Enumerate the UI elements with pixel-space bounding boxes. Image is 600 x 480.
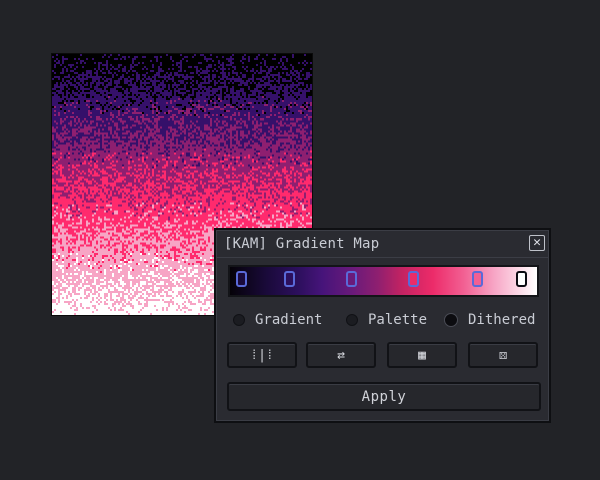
close-icon: ✕ [533, 235, 541, 250]
gradient-editor[interactable] [228, 265, 539, 297]
reverse-icon: ⇄ [337, 347, 345, 363]
dialog-titlebar[interactable]: [KAM] Gradient Map ✕ [217, 231, 548, 258]
mode-gradient-label: Gradient [255, 312, 323, 328]
radio-palette[interactable] [346, 314, 358, 326]
gradient-stop[interactable] [236, 271, 247, 287]
distribute-icon: ⁞|⁞ [250, 347, 274, 363]
mode-palette-option[interactable]: Palette [346, 312, 427, 328]
mode-gradient-option[interactable]: Gradient [233, 312, 322, 328]
gradient-map-dialog: [KAM] Gradient Map ✕ Gradient Palette Di… [214, 228, 551, 423]
gradient-stop[interactable] [408, 271, 419, 287]
apply-button[interactable]: Apply [227, 382, 541, 411]
dialog-title: [KAM] Gradient Map [224, 236, 380, 252]
reverse-gradient-button[interactable]: ⇄ [306, 342, 376, 368]
mode-dithered-label: Dithered [468, 312, 536, 328]
dice-icon: ⚄ [499, 347, 507, 363]
gradient-stop[interactable] [346, 271, 357, 287]
mode-palette-label: Palette [368, 312, 428, 328]
radio-dithered[interactable] [444, 313, 458, 327]
gradient-stop[interactable] [284, 271, 295, 287]
radio-gradient[interactable] [233, 314, 245, 326]
gradient-stop-selected[interactable] [516, 271, 527, 287]
add-stop-icon: ▦ [418, 347, 426, 363]
apply-label: Apply [361, 388, 407, 405]
gradient-stop[interactable] [472, 271, 483, 287]
randomize-button[interactable]: ⚄ [468, 342, 538, 368]
add-stop-button[interactable]: ▦ [387, 342, 457, 368]
close-button[interactable]: ✕ [529, 235, 545, 251]
distribute-stops-button[interactable]: ⁞|⁞ [227, 342, 297, 368]
gradient-fill [230, 267, 537, 295]
mode-dithered-option[interactable]: Dithered [444, 312, 535, 328]
